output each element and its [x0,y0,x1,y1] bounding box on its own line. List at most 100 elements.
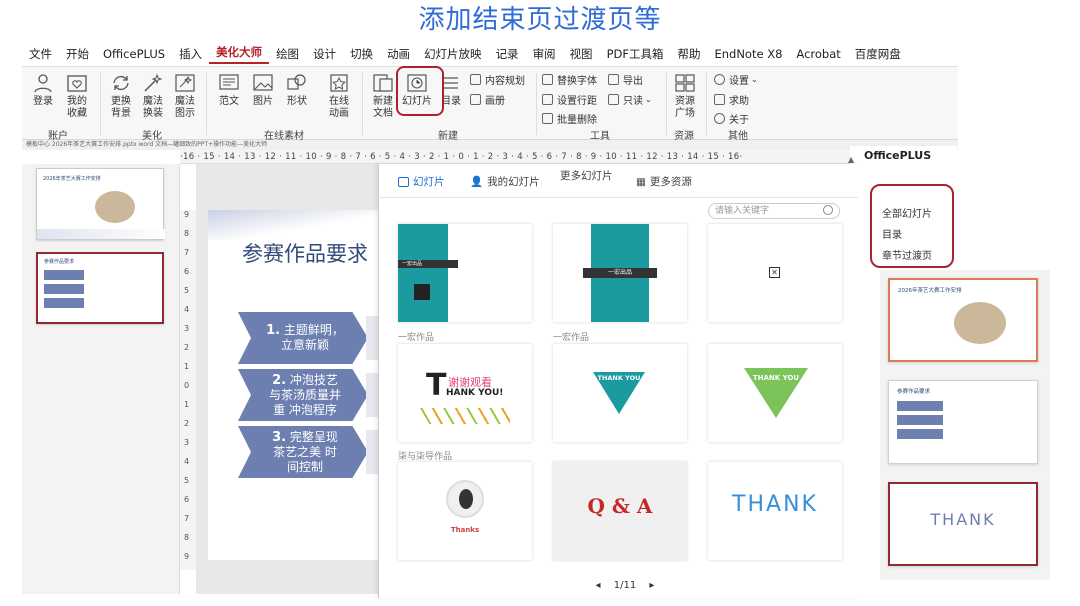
preview-thumb-thank[interactable]: THANK [888,482,1038,566]
document-tabs-bar[interactable]: 模板中心 2026年茶艺大赛工作安排.pptx word 文档—罐细致的PPT+… [22,140,958,150]
tab-slides[interactable]: 幻灯片 [398,174,445,189]
horizontal-ruler: ·16 · 15 · 14 · 13 · 12 · 11 · 10 · 9 · … [180,150,850,164]
menu-section-transition[interactable]: 章节过渡页 [882,247,932,262]
tab-my-slides[interactable]: 👤 我的幻灯片 [470,174,540,189]
card-thank-you-triangle-teal[interactable]: THANK YOU [553,344,687,442]
tab-5[interactable]: 绘图 [269,46,306,62]
section-label-1: 一宏作品 [398,333,435,343]
slide-title[interactable]: 参赛作品要求 [242,238,368,268]
line-spacing-label: 设置行距 [557,96,597,107]
card-qa[interactable]: Q & A [553,462,687,560]
confetti-decoration [420,408,510,424]
slide-arrow-1[interactable]: 1. 主题鲜明， 立意新颖 [238,312,368,364]
export-button[interactable]: 导出 [608,72,643,87]
user-icon: 👤 [470,176,484,188]
new-doc-button[interactable]: 新建 文档 [368,73,398,120]
content-plan-button[interactable]: 内容规划 [470,72,525,87]
tab-9[interactable]: 幻灯片放映 [417,46,489,62]
gallery-label: 画册 [485,96,505,107]
template-button[interactable]: 范文 [214,73,244,108]
card-thank-blue[interactable]: THANK [708,462,842,560]
help-button[interactable]: 求助 [714,92,749,107]
slide-thumbnail-1-title: 2026年茶艺大赛工作安排 [43,176,101,182]
template-label: 范文 [219,96,239,107]
vruler-tick: 2 [184,419,190,428]
card-qa-text: Q & A [587,494,653,518]
tab-11[interactable]: 审阅 [526,46,563,62]
card-triangle-green-text: THANK YOU [752,374,800,382]
document-icon [218,73,240,93]
gallery-button[interactable]: 画册 [470,92,505,107]
preview-thumb-requirements[interactable]: 参赛作品要求 [888,380,1038,464]
replace-font-label: 替换字体 [557,76,597,87]
tab-more-slides[interactable]: 更多幻灯片 [560,168,613,183]
slide-thumbnail-1[interactable]: 2026年茶艺大赛工作安排 [36,168,165,240]
tab-16[interactable]: Acrobat [789,47,847,61]
tab-3[interactable]: 插入 [172,46,209,62]
tab-4[interactable]: 美化大师 [209,44,270,64]
slide-arrow-2[interactable]: 2. 冲泡技艺 与茶汤质量并 重 冲泡程序 [238,369,368,421]
picture-button[interactable]: 图片 [248,73,278,108]
replace-font-button[interactable]: 替换字体 [542,72,597,87]
read-only-button[interactable]: 只读 ⌄ [608,92,652,107]
tab-15[interactable]: EndNote X8 [707,47,789,61]
tab-0[interactable]: 文件 [22,46,59,62]
search-icon[interactable] [823,205,833,215]
panel-search-input[interactable]: 请输入关键字 [708,203,840,219]
resource-plaza-button[interactable]: 资源 广场 [670,73,700,120]
picture-icon [252,73,274,93]
change-bg-button[interactable]: 更换 背景 [106,73,136,120]
menu-all-slides[interactable]: 全部幻灯片 [882,205,932,220]
magic-diagram-button[interactable]: 魔法 图示 [170,73,200,120]
card-thank-you-text[interactable]: T 谢谢观看 HANK YOU! [398,344,532,442]
tab-14[interactable]: 帮助 [670,46,707,62]
slide-arrow-1-num: 1. [266,323,281,338]
tab-6[interactable]: 设计 [306,46,343,62]
settings-button[interactable]: 设置 ⌄ [714,72,758,87]
line-spacing-button[interactable]: 设置行距 [542,92,597,107]
login-button[interactable]: 登录 [28,73,58,108]
slide-thumbnail-2[interactable]: 参赛作品要求 [36,252,164,324]
slide-arrow-3[interactable]: 3. 完整呈现 茶艺之美 时 间控制 [238,426,368,478]
tab-7[interactable]: 切换 [343,46,380,62]
card-thank-you-triangle-green[interactable]: THANK YOU [708,344,842,442]
batch-delete-label: 批量删除 [557,115,597,126]
shape-button[interactable]: 形状 [282,73,312,108]
about-button[interactable]: 关于 [714,111,749,126]
batch-delete-button[interactable]: 批量删除 [542,111,597,126]
tab-17[interactable]: 百度网盘 [848,46,908,62]
tab-1[interactable]: 开始 [59,46,96,62]
card-thanks-avatar[interactable]: Thanks [398,462,532,560]
tab-2[interactable]: OfficePLUS [96,47,172,61]
magic-change-button[interactable]: 魔法 换装 [138,73,168,120]
card-business-teal[interactable]: 一宏出品 [398,224,532,322]
export-icon [608,74,619,85]
broken-image-icon: ✕ [769,267,780,278]
tab-more-resources-label: 更多资源 [649,176,692,188]
preview-thumb-requirements-title: 参赛作品要求 [897,389,931,395]
card-broken-image[interactable]: ✕ [708,224,842,322]
vruler-tick: 8 [184,533,190,542]
card-thank-blue-text: THANK [732,492,818,517]
favorites-button[interactable]: 我的 收藏 [62,73,92,120]
gallery-icon [470,94,481,105]
chevron-down-icon: ⌄ [751,75,758,84]
online-anim-button[interactable]: 在线 动画 [324,73,354,120]
teapot-image [95,191,135,223]
tab-more-resources[interactable]: ▦ 更多资源 [636,174,692,189]
card-teal-band[interactable]: 一宏出品 [553,224,687,322]
tab-10[interactable]: 记录 [489,46,526,62]
tab-12[interactable]: 视图 [563,46,600,62]
vruler-tick: 8 [184,229,190,238]
prev-page-button[interactable]: ◂ [596,580,601,591]
tab-13[interactable]: PDF工具箱 [600,46,671,62]
tab-more-slides-label: 更多幻灯片 [560,170,613,182]
online-anim-label: 在线 动画 [329,96,349,119]
vruler-tick: 2 [184,343,190,352]
preview-thumb-cover[interactable]: 2026年茶艺大赛工作安排 [888,278,1038,362]
card-teal-band-text: 一宏出品 [583,268,657,278]
menu-toc[interactable]: 目录 [882,226,902,241]
next-page-button[interactable]: ▸ [649,580,654,591]
tab-8[interactable]: 动画 [380,46,417,62]
qr-code-icon [414,284,430,300]
